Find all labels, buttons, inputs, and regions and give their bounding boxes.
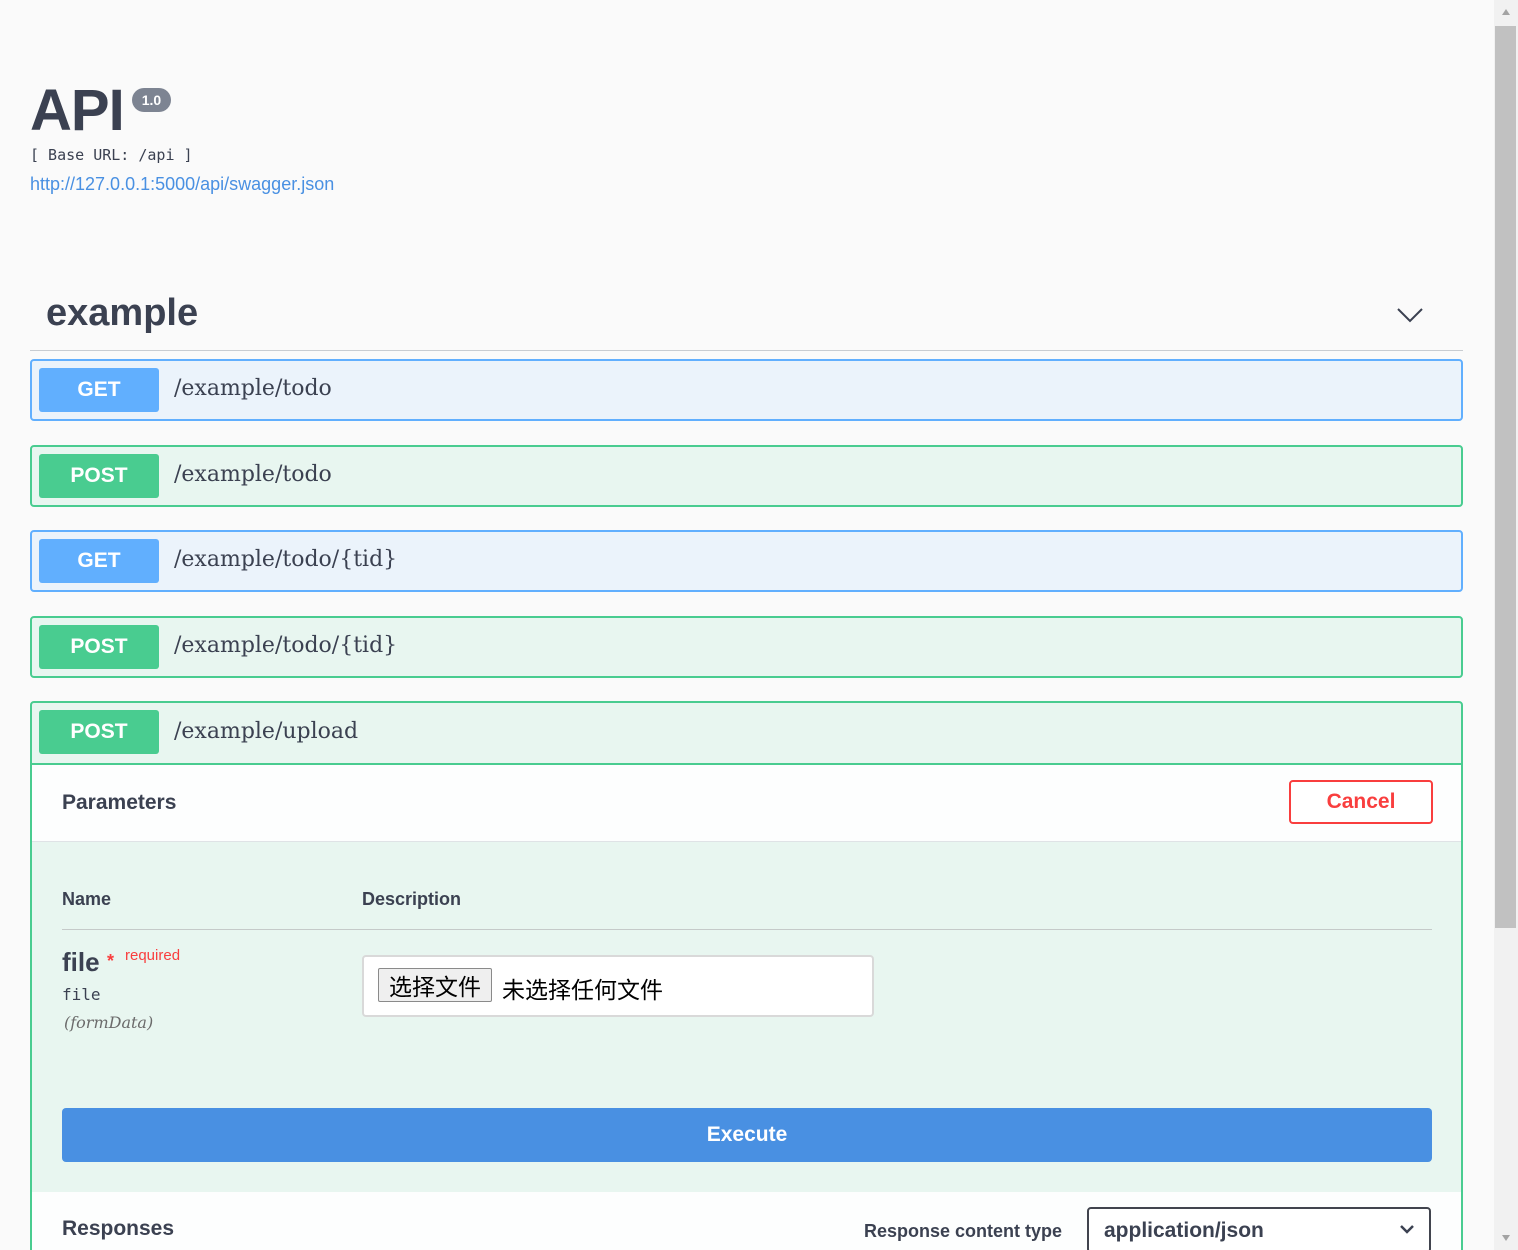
scrollbar-thumb[interactable] bbox=[1495, 26, 1516, 928]
operation-summary[interactable]: POST /example/upload bbox=[32, 703, 1461, 765]
operation-path: /example/upload bbox=[174, 719, 359, 744]
response-content-type-value: application/json bbox=[1104, 1219, 1264, 1242]
table-divider bbox=[62, 929, 1432, 930]
operation-path: /example/todo bbox=[174, 376, 332, 401]
operation-path: /example/todo bbox=[174, 462, 332, 487]
operation-get-example-todo-tid[interactable]: GET /example/todo/{tid} bbox=[30, 530, 1463, 592]
operation-path: /example/todo/{tid} bbox=[174, 547, 398, 572]
column-header-name: Name bbox=[62, 889, 112, 909]
response-content-type-select[interactable]: application/json bbox=[1087, 1207, 1431, 1250]
swagger-page: API 1.0 [ Base URL: /api ] http://127.0.… bbox=[0, 0, 1494, 1250]
swagger-json-link[interactable]: http://127.0.0.1:5000/api/swagger.json bbox=[30, 174, 334, 195]
responses-header: Responses Response content type applicat… bbox=[32, 1192, 1461, 1250]
column-header-description: Description bbox=[362, 889, 462, 909]
method-badge: POST bbox=[39, 454, 159, 498]
method-badge: GET bbox=[39, 368, 159, 412]
cancel-button[interactable]: Cancel bbox=[1289, 780, 1433, 824]
parameters-header: Parameters Cancel bbox=[32, 765, 1461, 842]
required-label: required bbox=[125, 947, 181, 964]
version-badge: 1.0 bbox=[131, 88, 172, 112]
operation-path: /example/todo/{tid} bbox=[174, 633, 398, 658]
method-badge: POST bbox=[39, 710, 159, 754]
file-input[interactable]: 选择文件 未选择任何文件 bbox=[362, 955, 874, 1017]
choose-file-button[interactable]: 选择文件 bbox=[378, 968, 492, 1002]
chevron-down-icon[interactable] bbox=[1395, 300, 1425, 330]
file-status: 未选择任何文件 bbox=[502, 977, 663, 1003]
vertical-scrollbar[interactable] bbox=[1494, 0, 1518, 1250]
execute-button[interactable]: Execute bbox=[62, 1108, 1432, 1162]
tag-name: example bbox=[46, 292, 199, 334]
scroll-down-arrow-icon[interactable] bbox=[1494, 1226, 1518, 1250]
operation-post-example-todo[interactable]: POST /example/todo bbox=[30, 445, 1463, 507]
required-star: * bbox=[107, 951, 115, 971]
tag-section-example[interactable]: example bbox=[30, 284, 1463, 351]
operation-post-example-upload: POST /example/upload Parameters Cancel N… bbox=[30, 701, 1463, 1250]
scroll-up-arrow-icon[interactable] bbox=[1494, 0, 1518, 24]
method-badge: POST bbox=[39, 625, 159, 669]
parameter-type: file bbox=[62, 985, 101, 1004]
response-content-type-label: Response content type bbox=[864, 1221, 1063, 1241]
operation-post-example-todo-tid[interactable]: POST /example/todo/{tid} bbox=[30, 616, 1463, 678]
chevron-down-icon bbox=[1400, 1225, 1414, 1234]
responses-title: Responses bbox=[62, 1217, 175, 1240]
parameter-location: (formData) bbox=[64, 1013, 154, 1032]
base-url: [ Base URL: /api ] bbox=[30, 146, 193, 164]
api-title: API bbox=[30, 78, 125, 143]
operation-get-example-todo[interactable]: GET /example/todo bbox=[30, 359, 1463, 421]
method-badge: GET bbox=[39, 539, 159, 583]
parameter-name: file bbox=[62, 947, 100, 977]
api-title-row: API 1.0 bbox=[30, 78, 172, 144]
parameters-title: Parameters bbox=[62, 791, 177, 814]
